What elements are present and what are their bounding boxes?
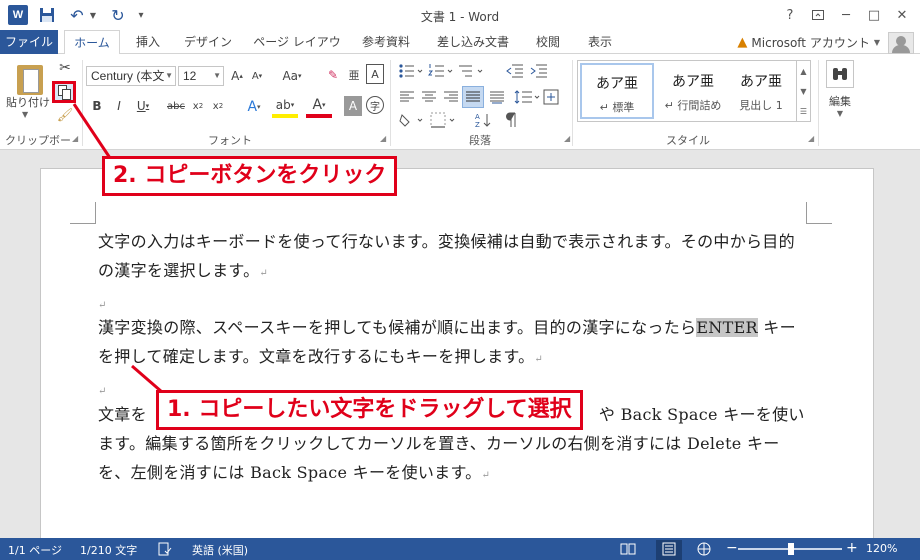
leader-step2 bbox=[72, 103, 112, 159]
zoom-out-button[interactable]: − bbox=[726, 540, 738, 556]
leader-step1 bbox=[131, 364, 163, 394]
callout-step2: 2. コピーボタンをクリック bbox=[102, 156, 398, 196]
read-mode-icon[interactable] bbox=[620, 542, 636, 559]
zoom-in-button[interactable]: + bbox=[846, 540, 858, 556]
web-layout-icon[interactable] bbox=[696, 542, 712, 559]
page-count[interactable]: 1/1 ページ bbox=[8, 542, 62, 558]
zoom-level[interactable]: 120% bbox=[866, 542, 897, 555]
word-count[interactable]: 1/210 文字 bbox=[80, 542, 137, 558]
language-indicator[interactable]: 英語 (米国) bbox=[192, 542, 248, 558]
zoom-slider-thumb[interactable] bbox=[788, 543, 794, 555]
callout-step1: 1. コピーしたい文字をドラッグして選択 bbox=[156, 390, 583, 430]
print-layout-icon[interactable] bbox=[656, 540, 682, 560]
callout-leaders bbox=[72, 103, 163, 394]
proofing-icon[interactable] bbox=[158, 542, 172, 559]
status-bar: 1/1 ページ 1/210 文字 英語 (米国) − + 120% bbox=[0, 538, 920, 560]
